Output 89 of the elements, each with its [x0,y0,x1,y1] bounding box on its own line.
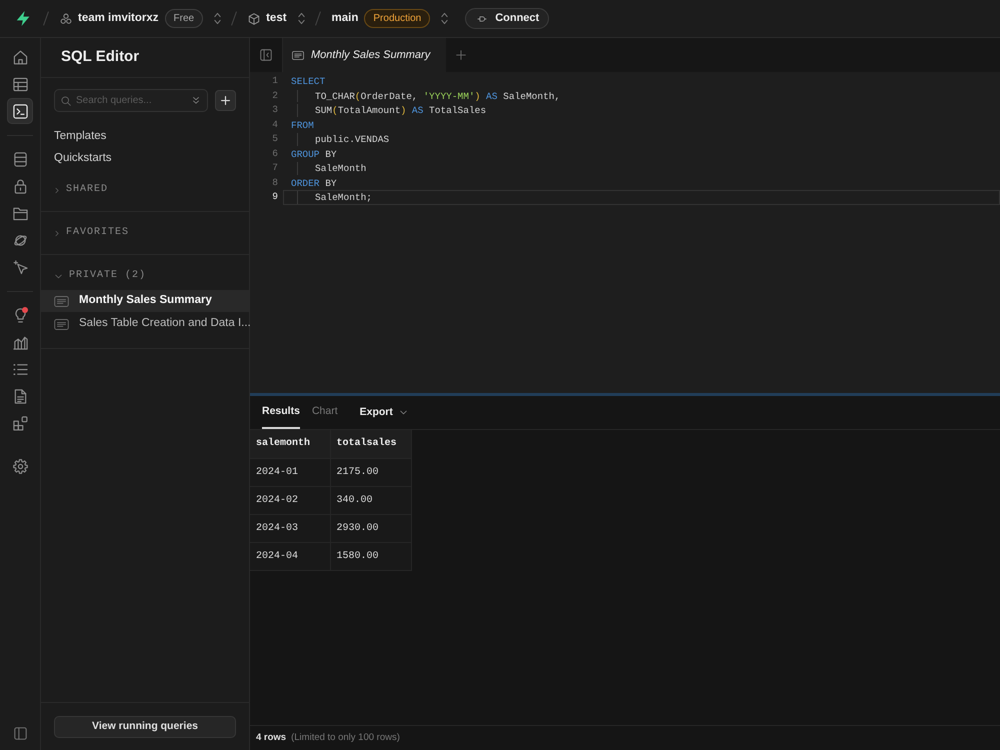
database-icon [12,152,28,166]
code-line: SaleMonth [315,162,366,174]
export-button[interactable]: Export [360,396,407,429]
slash-icon [230,11,238,26]
table-cell: 1580.00 [330,542,411,570]
folder-icon [12,206,28,220]
table-cell: 2024-02 [250,486,330,514]
breadcrumb-link[interactable]: main [332,10,358,28]
chevron-down-icon[interactable] [55,274,62,278]
lock-icon [12,178,28,194]
cube-icon [248,12,260,24]
updown-icon[interactable] [298,12,305,25]
pointer-icon [12,260,28,274]
plus-icon[interactable] [456,50,466,60]
code-line: GROUP BY [291,148,337,160]
slash-icon [314,11,322,26]
row-count-text: 4 rows [256,730,286,745]
line-number: 5 [271,132,279,146]
editor-tab[interactable]: Monthly Sales Summary [283,38,446,72]
resize-handle[interactable] [250,393,1000,396]
file-tag-icon [292,50,304,60]
column-header[interactable]: totalsales [330,430,411,458]
table-cell: 2930.00 [330,514,411,542]
new-query-button[interactable] [215,90,236,111]
view-running-queries-button[interactable]: View running queries [54,716,236,738]
code-line: FROM [291,118,314,131]
line-number: 1 [271,74,279,88]
section-header[interactable]: SHARED [66,182,108,198]
file-tag-icon [54,318,69,330]
panel-title: SQL Editor [61,47,140,68]
connect-button[interactable]: Connect [465,8,550,29]
table-cell: 2024-03 [250,514,330,542]
code-line: ORDER BY [291,176,337,189]
terminal-icon [12,104,28,118]
plus-icon [221,96,230,105]
view-tab[interactable]: Chart [312,396,338,429]
table-cell: 2024-01 [250,458,330,486]
table-cell: 2175.00 [330,458,411,486]
status-tag: Production [364,9,430,28]
list-icon [12,362,28,376]
lightbulb-icon [12,308,28,322]
section-header[interactable]: PRIVATE (2) [69,268,146,284]
updown-icon[interactable] [441,12,448,25]
line-number: 9 [271,190,279,204]
panel-toggle-icon[interactable] [14,727,26,740]
people-icon [60,12,72,24]
line-number: 3 [271,103,279,117]
row-limit-note: (Limited to only 100 rows) [291,730,400,745]
table-cell: 340.00 [330,486,411,514]
file-tag-icon [54,296,69,306]
search-icon [61,96,71,106]
terminal-nav-button[interactable] [7,98,33,124]
chevron-right-icon[interactable] [55,186,59,194]
chart-icon [12,334,28,350]
breadcrumb-link[interactable]: test [266,10,287,28]
code-line: public.VENDAS [315,133,390,146]
updown-icon[interactable] [214,12,222,25]
orbit-icon [12,232,28,248]
section-header[interactable]: FAVORITES [66,225,130,241]
line-number: 2 [271,88,279,102]
double-chevron-icon[interactable] [192,96,200,105]
query-item[interactable]: Sales Table Creation and Data I... [41,313,249,335]
table-cell: 2024-04 [250,542,330,570]
search-field[interactable]: Search queries... [54,89,208,112]
line-number: 4 [271,118,279,132]
code-line: SaleMonth; [315,191,372,204]
sidebar-toggle-icon[interactable] [260,49,272,61]
document-icon [12,388,28,404]
home-icon [12,50,28,64]
settings-icon [12,458,28,474]
caret-icon [400,410,407,415]
sidebar-link[interactable]: Templates [41,125,249,147]
status-tag: Free [164,9,204,28]
plug-icon [475,14,490,22]
logo-icon [15,10,31,27]
code-line: TO_CHAR(OrderDate, 'YYYY-MM') AS SaleMonth, [315,90,560,102]
table-icon [12,76,28,92]
code-line: SELECT [291,75,326,88]
breadcrumb-link[interactable]: team imvitorxz [78,10,159,28]
line-number: 8 [271,176,279,190]
chevron-right-icon[interactable] [55,230,59,236]
sidebar-link[interactable]: Quickstarts [41,147,249,169]
line-number: 6 [271,146,279,160]
query-item[interactable]: Monthly Sales Summary [41,290,249,312]
line-number: 7 [271,161,279,175]
code-line: SUM(TotalAmount) AS TotalSales [315,104,486,116]
blocks-icon [12,416,28,430]
slash-icon [42,11,50,26]
column-header[interactable]: salemonth [250,430,330,458]
